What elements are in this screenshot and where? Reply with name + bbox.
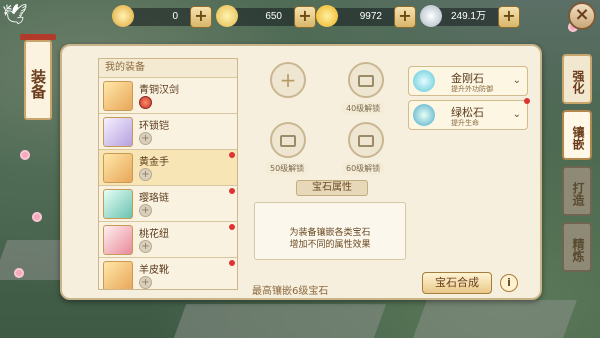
lock-icon xyxy=(358,75,374,87)
unlock-label-40: 40级解锁 xyxy=(342,102,385,115)
gem-slot-locked-60[interactable] xyxy=(348,122,384,158)
gauntlet-icon xyxy=(103,153,133,183)
silver-value: 249.1万 xyxy=(450,11,486,22)
chevron-down-icon: ⌄ xyxy=(512,75,521,86)
jade-value: 9972 xyxy=(359,11,382,22)
item-name: 黄金手 xyxy=(139,157,169,168)
lock-icon xyxy=(280,135,296,147)
list-item[interactable]: 青铜汉剑 xyxy=(99,77,237,113)
item-name: 环锁铠 xyxy=(139,121,169,132)
list-item[interactable]: 羊皮靴 + xyxy=(99,257,237,289)
add-gold-button[interactable]: + xyxy=(294,6,316,28)
chevron-down-icon: ⌄ xyxy=(512,109,521,120)
armor-icon xyxy=(103,117,133,147)
unlock-label-50: 50级解锁 xyxy=(266,162,309,175)
item-name: 桃花纽 xyxy=(139,229,169,240)
copper-resource: 0 + xyxy=(112,5,212,28)
gold-resource: 650 + xyxy=(216,5,316,28)
add-jade-button[interactable]: + xyxy=(394,6,416,28)
gem-desc: 提升外功防御 xyxy=(451,85,493,93)
equipment-list[interactable]: 我的装备 青铜汉剑 环锁铠 + 黄金手 + 璎珞链 + 桃花纽 + 羊皮靴 + xyxy=(98,58,238,290)
blossom-decoration xyxy=(14,268,24,278)
equipment-title-tag: 装备 xyxy=(20,34,56,120)
turquoise-gem-icon xyxy=(413,104,435,126)
gem-option-diamond[interactable]: 金刚石 提升外功防御 ⌄ xyxy=(408,66,528,96)
necklace-icon xyxy=(103,189,133,219)
jade-resource: 9972 + xyxy=(316,5,416,28)
notification-dot xyxy=(229,152,235,158)
notification-dot xyxy=(229,188,235,194)
tab-refine[interactable]: 精炼 xyxy=(562,222,592,272)
diamond-gem-icon xyxy=(413,70,435,92)
lock-icon xyxy=(358,135,374,147)
gem-slot-icon xyxy=(139,96,152,109)
add-silver-button[interactable]: + xyxy=(498,6,520,28)
side-tabs: 强化 镶嵌 打造 精炼 xyxy=(562,54,594,278)
notification-dot xyxy=(229,224,235,230)
empty-slot-icon: + xyxy=(139,168,152,181)
attribute-line-2: 增加不同的属性效果 xyxy=(289,240,371,250)
silver-resource: 249.1万 + xyxy=(420,5,520,28)
item-name: 青铜汉剑 xyxy=(139,85,179,96)
item-name: 羊皮靴 xyxy=(139,265,169,276)
empty-slot-icon: + xyxy=(139,204,152,217)
list-item-selected[interactable]: 黄金手 + xyxy=(99,149,237,185)
gem-slot-locked-40[interactable] xyxy=(348,62,384,98)
max-inlay-text: 最高镶嵌6级宝石 xyxy=(252,286,329,297)
button-charm-icon xyxy=(103,225,133,255)
item-name: 璎珞链 xyxy=(139,193,169,204)
close-button[interactable]: × xyxy=(568,2,596,30)
list-item[interactable]: 环锁铠 + xyxy=(99,113,237,149)
copper-ingot-icon xyxy=(112,5,134,27)
sword-icon xyxy=(103,81,133,111)
notification-dot xyxy=(229,260,235,266)
boots-icon xyxy=(103,261,133,289)
gold-value: 650 xyxy=(265,11,282,22)
tab-strengthen[interactable]: 强化 xyxy=(562,54,592,104)
unlock-label-60: 60级解锁 xyxy=(342,162,385,175)
gem-slot-add[interactable]: + xyxy=(270,62,306,98)
empty-slot-icon: + xyxy=(139,276,152,289)
gem-desc: 提升生命 xyxy=(451,119,479,127)
list-header: 我的装备 xyxy=(99,59,237,77)
empty-slot-icon: + xyxy=(139,132,152,145)
smile-coin-icon xyxy=(316,5,338,27)
blossom-decoration xyxy=(20,150,30,160)
info-button[interactable]: i xyxy=(500,274,518,292)
copper-value: 0 xyxy=(172,11,178,22)
gold-coin-icon xyxy=(216,5,238,27)
equipment-panel: 我的装备 青铜汉剑 环锁铠 + 黄金手 + 璎珞链 + 桃花纽 + 羊皮靴 + … xyxy=(60,44,542,300)
gem-merge-button[interactable]: 宝石合成 xyxy=(422,272,492,294)
bird-icon: 🕊 xyxy=(2,2,28,26)
notification-dot xyxy=(524,98,530,104)
tab-forge[interactable]: 打造 xyxy=(562,166,592,216)
tab-inlay[interactable]: 镶嵌 xyxy=(562,110,592,160)
silver-coin-icon xyxy=(420,5,442,27)
gem-option-turquoise[interactable]: 绿松石 提升生命 ⌄ xyxy=(408,98,530,130)
add-copper-button[interactable]: + xyxy=(190,6,212,28)
gem-attribute-title: 宝石属性 xyxy=(296,180,368,196)
blossom-decoration xyxy=(32,212,42,222)
gem-attribute-box: 为装备镶嵌各类宝石 增加不同的属性效果 xyxy=(254,202,406,260)
list-item[interactable]: 桃花纽 + xyxy=(99,221,237,257)
list-item[interactable]: 璎珞链 + xyxy=(99,185,237,221)
top-resource-bar: 🕊 0 + 650 + 9972 + 249.1万 + × xyxy=(0,0,600,34)
gem-slot-locked-50[interactable] xyxy=(270,122,306,158)
empty-slot-icon: + xyxy=(139,240,152,253)
